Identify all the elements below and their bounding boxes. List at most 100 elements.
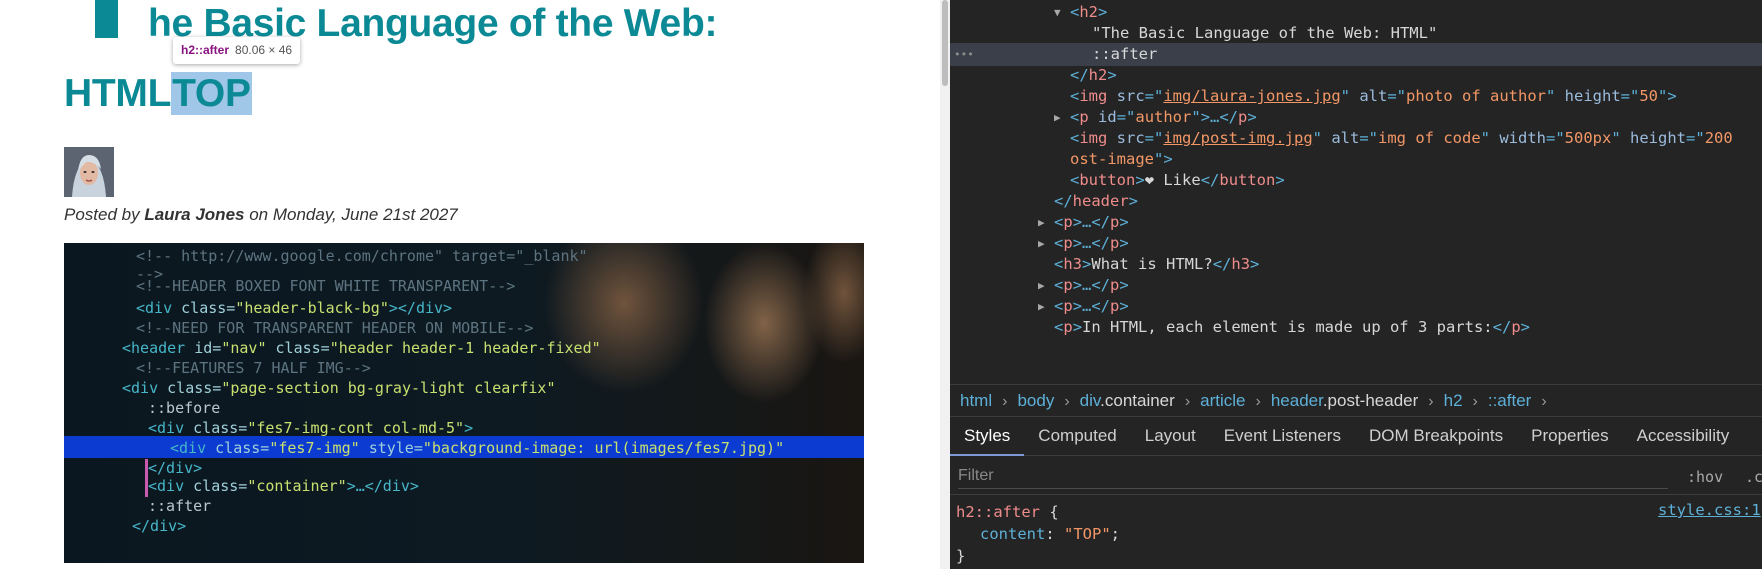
dom-node[interactable]: <img src="img/post-img.jpg" alt="img of … (950, 127, 1762, 150)
tab-accessibility[interactable]: Accessibility (1623, 417, 1744, 456)
code-token: </div> (148, 459, 203, 477)
code-line: <!-- http://www.google.com/chrome" targe… (136, 247, 588, 265)
breadcrumb-item[interactable]: body (1017, 391, 1054, 410)
dom-node[interactable]: ▼ <h2> (950, 1, 1762, 24)
rule-value[interactable]: "TOP" (1064, 525, 1111, 543)
code-token: > (464, 419, 474, 437)
dom-node[interactable]: ▶ <p>…</p> (950, 211, 1762, 234)
styles-filter-input[interactable] (958, 464, 1668, 489)
breadcrumb-item[interactable]: html (960, 391, 992, 410)
expand-triangle-icon[interactable]: ▶ (1038, 211, 1045, 234)
breadcrumb-item[interactable]: div.container (1080, 391, 1175, 410)
tab-properties[interactable]: Properties (1517, 417, 1622, 456)
dom-token: > (1275, 171, 1285, 189)
tab-layout[interactable]: Layout (1131, 417, 1210, 456)
dom-token: < (1054, 318, 1064, 336)
rule-source-link[interactable]: style.css:1 (1658, 501, 1761, 519)
dom-node[interactable]: ▶ <p>…</p> (950, 295, 1762, 318)
tab-computed[interactable]: Computed (1024, 417, 1130, 456)
breadcrumb-chevron-icon: › (1428, 393, 1434, 410)
dom-node[interactable]: ▶ <p id="author">…</p> (950, 106, 1762, 129)
dom-token: h2 (1079, 3, 1099, 21)
dom-node[interactable]: ost-image"> (950, 148, 1762, 171)
dom-attr-link[interactable]: img/post-img.jpg (1163, 129, 1312, 147)
breadcrumb-item[interactable]: ::after (1488, 391, 1531, 410)
dom-node-markup: </h2> (1070, 64, 1117, 87)
page-scrollbar[interactable] (940, 0, 950, 569)
hov-toggle-button[interactable]: :hov (1687, 468, 1723, 486)
dom-node[interactable]: </header> (950, 190, 1762, 213)
dom-node[interactable]: ▶ <p>…</p> (950, 232, 1762, 255)
dom-node-markup: <p>…</p> (1054, 295, 1129, 318)
dom-token: id (1098, 108, 1117, 126)
dom-node[interactable]: <p>In HTML, each element is made up of 3… (950, 316, 1762, 339)
dom-token: alt (1359, 87, 1388, 105)
dom-token: photo of author (1406, 87, 1546, 105)
webpage-viewport: he Basic Language of the Web: HTMLTOP h2… (0, 0, 940, 569)
expand-triangle-icon[interactable]: ▶ (1054, 106, 1061, 129)
rule-selector-line[interactable]: h2::after { (956, 501, 1059, 523)
code-token: ::before (148, 399, 221, 417)
breadcrumb-class: .container (1100, 391, 1175, 410)
code-token: <div (148, 419, 194, 437)
dom-token: > (1119, 276, 1129, 294)
code-token: <!--FEATURES 7 HALF IMG--> (136, 359, 371, 377)
expand-triangle-icon[interactable]: ▶ (1038, 295, 1045, 318)
code-token: class= (215, 439, 270, 457)
code-token: ></div> (388, 299, 453, 317)
dom-token: p (1079, 108, 1099, 126)
dom-node[interactable]: </h2> (950, 64, 1762, 87)
cls-toggle-button[interactable]: .cls (1745, 468, 1762, 486)
dom-token: p (1063, 213, 1073, 231)
dom-token: =" (1359, 129, 1378, 147)
dom-token: >…</ (1072, 276, 1111, 294)
dom-node-markup: <p>…</p> (1054, 232, 1129, 255)
dom-attr-link[interactable]: img/laura-jones.jpg (1163, 87, 1340, 105)
dom-token: > (1135, 171, 1145, 189)
tab-styles[interactable]: Styles (950, 417, 1025, 456)
dom-token: < (1070, 108, 1080, 126)
dom-token: author (1135, 108, 1192, 126)
dom-node-markup: <p>In HTML, each element is made up of 3… (1054, 316, 1530, 339)
dom-token: src (1116, 129, 1145, 147)
page-scrollbar-thumb[interactable] (942, 0, 948, 86)
code-line: </div> (148, 459, 202, 477)
dom-token: width (1499, 129, 1546, 147)
tab-dom-breakpoints[interactable]: DOM Breakpoints (1355, 417, 1517, 456)
dom-node[interactable]: "The Basic Language of the Web: HTML" (950, 22, 1762, 45)
code-token: <div (122, 379, 168, 397)
dom-node[interactable]: <button>❤ Like</button> (950, 169, 1762, 192)
dom-token: height (1630, 129, 1687, 147)
dom-token: p (1110, 297, 1120, 315)
rule-property[interactable]: content (980, 525, 1045, 543)
breadcrumb-item[interactable]: header.post-header (1271, 391, 1418, 410)
collapse-triangle-icon[interactable]: ▼ (1054, 1, 1061, 24)
dom-node[interactable]: <img src="img/laura-jones.jpg" alt="phot… (950, 85, 1762, 108)
dom-node[interactable]: ▶ <p>…</p> (950, 274, 1762, 297)
dom-node[interactable]: <h3>What is HTML?</h3> (950, 253, 1762, 276)
byline-prefix: Posted by (64, 205, 145, 224)
expand-triangle-icon[interactable]: ▶ (1038, 274, 1045, 297)
post-title-line2: HTMLTOP (64, 72, 252, 116)
breadcrumb-item[interactable]: article (1200, 391, 1245, 410)
breadcrumb-class: .post-header (1322, 391, 1419, 410)
node-actions-icon[interactable]: ••• (954, 43, 974, 66)
tab-event-listeners[interactable]: Event Listeners (1210, 417, 1355, 456)
rule-declaration[interactable]: content: "TOP"; (980, 523, 1120, 545)
expand-triangle-icon[interactable]: ▶ (1038, 232, 1045, 255)
rule-selector[interactable]: h2::after (956, 503, 1040, 521)
dom-token: p (1063, 234, 1073, 252)
elements-dom-tree[interactable]: ▼ <h2> "The Basic Language of the Web: HTM… (950, 0, 1762, 384)
rule-close-line: } (956, 545, 965, 567)
dom-token: In HTML, each element is made up of 3 pa… (1082, 318, 1493, 336)
tooltip-element-name: h2::after (181, 43, 230, 57)
dom-token: " (1340, 87, 1360, 105)
styles-filter-row: :hov .cls (950, 456, 1762, 494)
code-token: "fes7-img-cont col-md-5" (247, 419, 465, 437)
dom-node-selected[interactable]: •••::after (950, 43, 1762, 66)
dom-token: p (1511, 318, 1521, 336)
breadcrumb-chevron-icon: › (1002, 393, 1008, 410)
dom-token: < (1054, 297, 1064, 315)
breadcrumb-item[interactable]: h2 (1444, 391, 1463, 410)
dom-token: =" (1620, 87, 1640, 105)
